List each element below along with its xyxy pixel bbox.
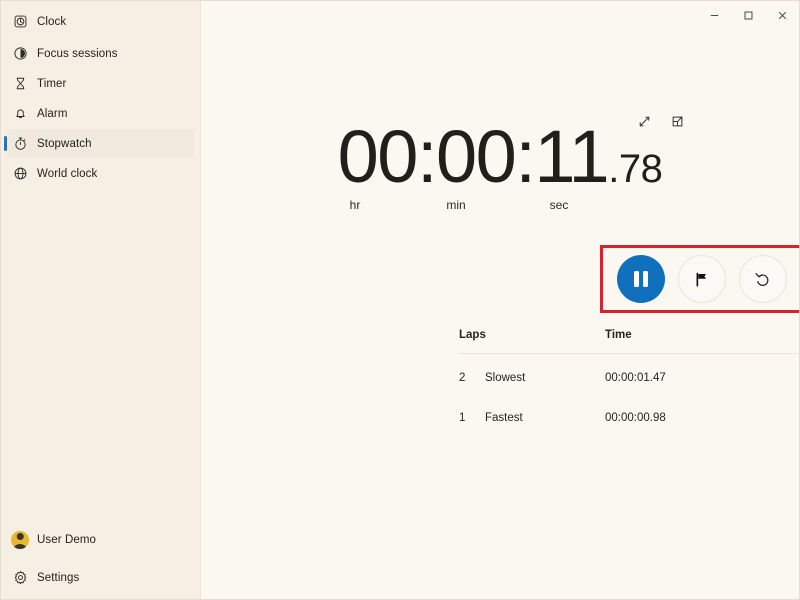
globe-icon: [11, 165, 29, 183]
sidebar-item-settings[interactable]: Settings: [7, 563, 194, 592]
sidebar-item-clock[interactable]: Clock: [7, 7, 194, 36]
lap-time: 00:00:01.47: [605, 372, 666, 384]
stopwatch-time-main: 00:00:11: [337, 115, 610, 198]
sidebar-item-alarm[interactable]: Alarm: [7, 99, 194, 128]
minimize-button[interactable]: [697, 1, 731, 29]
sidebar-item-stopwatch[interactable]: Stopwatch: [4, 129, 194, 158]
hourglass-icon: [11, 75, 29, 93]
lap-tag: Slowest: [485, 372, 526, 384]
flag-icon: [693, 271, 710, 288]
bell-icon: [11, 105, 29, 123]
sidebar-item-label: Alarm: [37, 107, 68, 120]
stopwatch-time-fraction: .78: [608, 147, 663, 191]
clock-icon: [11, 13, 29, 31]
focus-icon: [11, 45, 29, 63]
sidebar-item-label: Focus sessions: [37, 47, 118, 60]
maximize-button[interactable]: [731, 1, 765, 29]
minimize-icon: [709, 10, 720, 21]
clock-app-window: Clock Focus sessions Timer Alarm Stopwat…: [0, 0, 800, 600]
table-divider: [459, 353, 799, 354]
selection-accent-bar: [4, 136, 7, 151]
sidebar-item-label: Clock: [37, 15, 67, 28]
navigation-sidebar: Clock Focus sessions Timer Alarm Stopwat…: [1, 1, 201, 599]
account-label: User Demo: [37, 533, 97, 546]
column-header-time: Time: [605, 329, 632, 341]
unit-label-hr: hr: [349, 198, 361, 212]
compact-overlay-icon: [671, 115, 684, 128]
stopwatch-controls: [600, 245, 799, 313]
stopwatch-readout: 00:00:11.78 hr min sec: [201, 115, 799, 216]
close-button[interactable]: [765, 1, 799, 29]
sidebar-item-world-clock[interactable]: World clock: [7, 159, 194, 188]
maximize-icon: [743, 10, 754, 21]
lap-number: 1: [459, 412, 466, 424]
sidebar-item-timer[interactable]: Timer: [7, 69, 194, 98]
sidebar-item-label: Stopwatch: [37, 137, 92, 150]
laps-table: Laps Time Total 2 Slowest 00:00:01.47 00…: [459, 323, 799, 434]
sidebar-item-label: Timer: [37, 77, 67, 90]
stopwatch-time: 00:00:11.78: [201, 115, 799, 198]
reset-button[interactable]: [738, 255, 787, 303]
unit-label-min: min: [446, 198, 466, 212]
stopwatch-icon: [11, 135, 29, 153]
avatar-icon: [11, 530, 29, 549]
lap-button[interactable]: [677, 255, 726, 303]
window-controls: [697, 1, 799, 29]
sidebar-item-focus-sessions[interactable]: Focus sessions: [7, 39, 194, 68]
lap-number: 2: [459, 372, 466, 384]
pause-icon: [633, 271, 648, 287]
lap-tag: Fastest: [485, 412, 523, 424]
table-row[interactable]: 1 Fastest 00:00:00.98 00:00:00.98: [459, 402, 799, 434]
table-row[interactable]: 2 Slowest 00:00:01.47 00:00:02.45: [459, 362, 799, 394]
lap-time: 00:00:00.98: [605, 412, 666, 424]
pause-button[interactable]: [616, 255, 665, 303]
expand-diagonal-icon: [638, 115, 651, 128]
sidebar-item-label: World clock: [37, 167, 98, 180]
column-header-laps: Laps: [459, 329, 486, 341]
close-icon: [777, 10, 788, 21]
settings-label: Settings: [37, 571, 80, 584]
stopwatch-unit-labels: hr min sec: [201, 198, 799, 216]
unit-label-sec: sec: [549, 198, 569, 212]
compact-overlay-button[interactable]: [667, 111, 687, 131]
sidebar-item-account[interactable]: User Demo: [7, 525, 194, 554]
expand-button[interactable]: [634, 111, 654, 131]
sidebar-app-header: Clock: [1, 5, 200, 36]
sidebar-footer: User Demo Settings: [1, 525, 200, 599]
sidebar-nav-list: Focus sessions Timer Alarm Stopwatch Wor…: [1, 38, 200, 188]
stopwatch-page: 00:00:11.78 hr min sec Laps Time 2 Slowe…: [201, 1, 799, 599]
laps-table-header: Laps Time Total: [459, 323, 799, 347]
stopwatch-view-actions: [634, 111, 687, 131]
reset-icon: [753, 270, 772, 289]
gear-icon: [11, 569, 29, 587]
